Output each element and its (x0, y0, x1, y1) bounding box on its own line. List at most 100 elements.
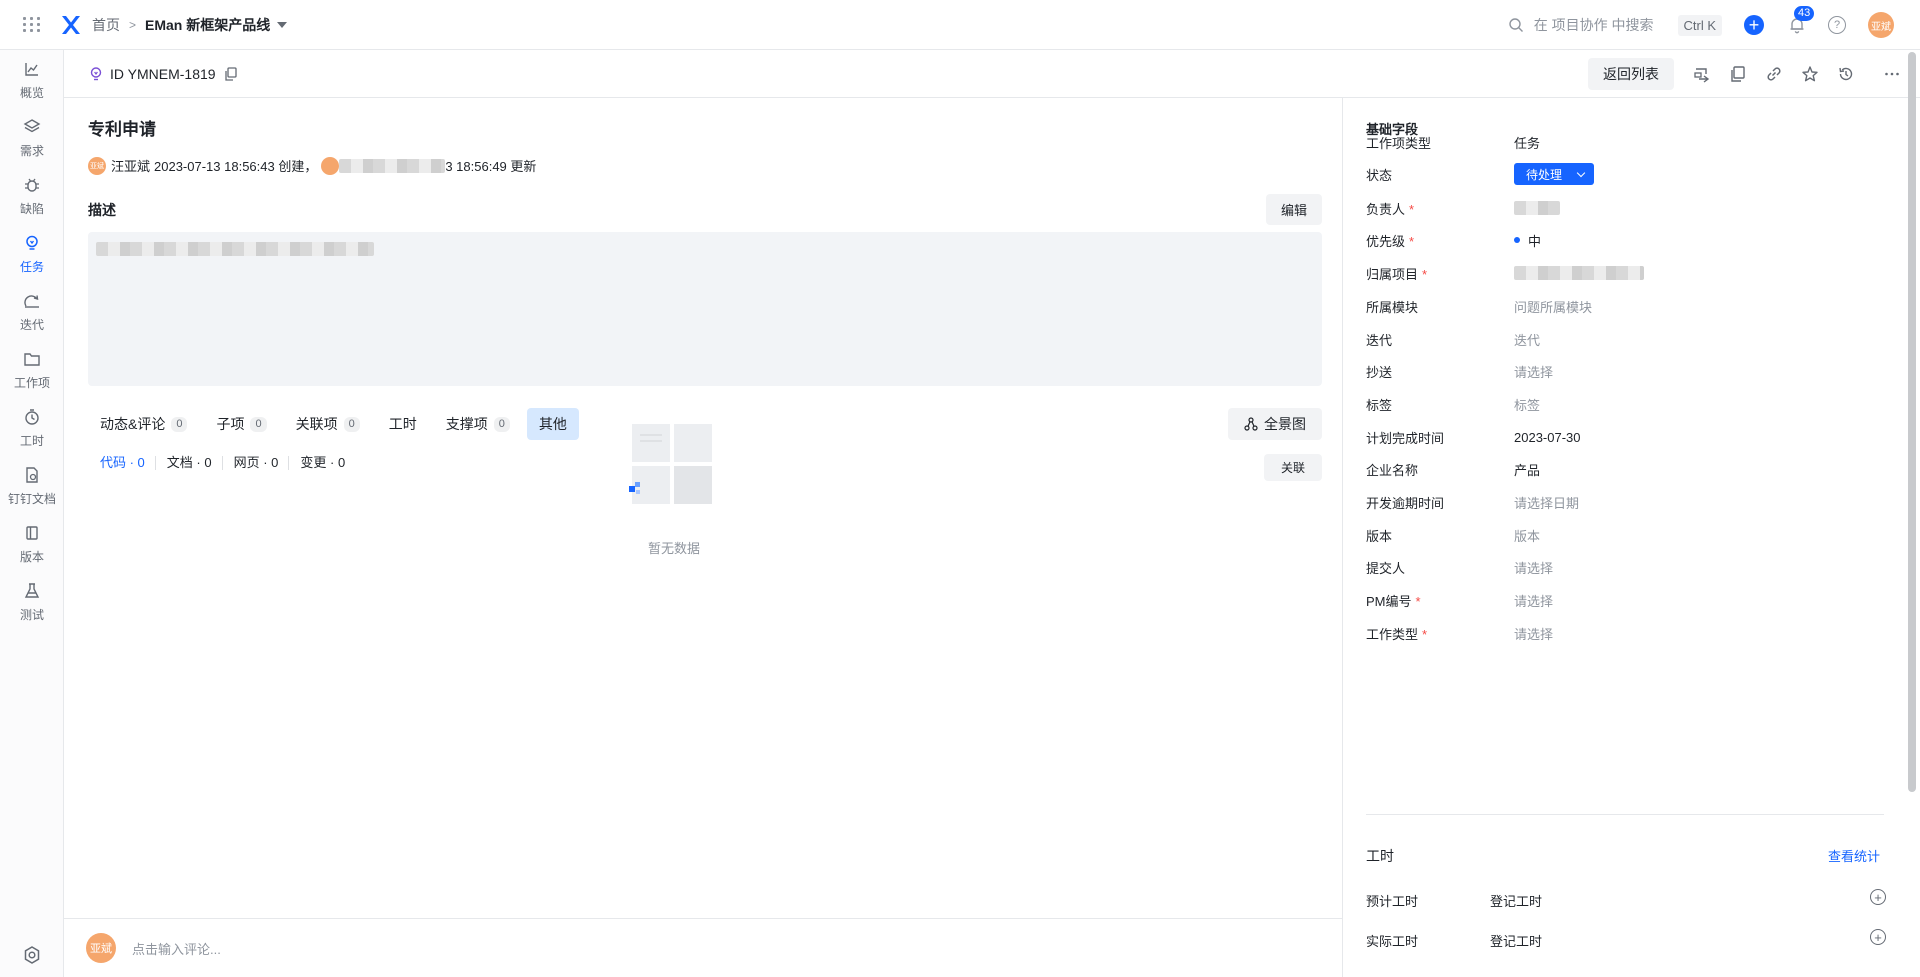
section-title-hours: 工时 (1366, 848, 1394, 864)
nav-item-iterations[interactable]: 迭代 (0, 282, 64, 342)
page-scrollbar[interactable] (1908, 52, 1916, 792)
nav-label: 缺陷 (19, 201, 44, 216)
comment-input[interactable]: 点击输入评论... (132, 939, 221, 958)
nav-item-versions[interactable]: 版本 (0, 514, 64, 574)
tab-related[interactable]: 关联项 0 (284, 408, 372, 440)
field-submitter[interactable]: 提交人 请选择 (1366, 557, 1886, 577)
field-cc[interactable]: 抄送 请选择 (1366, 361, 1886, 381)
nav-label: 测试 (19, 607, 44, 622)
subtab-changes[interactable]: 变更 · 0 (300, 456, 355, 470)
edit-button[interactable]: 编辑 (1265, 194, 1322, 225)
layers-icon (23, 118, 41, 132)
field-dev-overdue[interactable]: 开发逾期时间 请选择日期 (1366, 492, 1886, 512)
field-company[interactable]: 企业名称 产品 (1366, 459, 1886, 479)
view-stats-link[interactable]: 查看统计 (1828, 846, 1880, 865)
redacted-updater (339, 158, 446, 173)
field-pm-number[interactable]: PM编号 * 请选择 (1366, 590, 1886, 610)
tab-other[interactable]: 其他 (526, 408, 579, 440)
version-icon (26, 525, 38, 540)
subtab-webpages[interactable]: 网页 · 0 (234, 456, 290, 470)
history-icon[interactable] (1836, 64, 1856, 84)
page-title[interactable]: 专利申请 (88, 115, 156, 140)
panorama-button[interactable]: 全景图 (1228, 408, 1322, 440)
nav-label: 需求 (19, 143, 44, 158)
star-icon[interactable] (1800, 64, 1820, 84)
tab-count: 0 (250, 416, 267, 432)
field-planned-finish[interactable]: 计划完成时间 2023-07-30 (1366, 427, 1886, 447)
tab-support[interactable]: 支撑项 0 (434, 408, 522, 440)
nav-item-defects[interactable]: 缺陷 (0, 166, 64, 226)
plus-icon: + (1748, 15, 1760, 35)
field-iteration[interactable]: 迭代 迭代 (1366, 329, 1886, 349)
apps-grid-icon[interactable] (22, 15, 42, 35)
breadcrumb-home[interactable]: 首页 (92, 15, 120, 35)
field-item-type[interactable]: 工作项类型 任务 (1366, 132, 1886, 152)
nav-label: 任务 (19, 259, 44, 274)
field-priority[interactable]: 优先级 * 中 (1366, 230, 1886, 250)
caret-down-icon[interactable] (277, 21, 288, 28)
top-bar: 首页 > EMan 新框架产品线 在 项目协作 中搜索 Ctrl K + 43 … (0, 0, 1920, 50)
created-at: 2023-07-13 18:56:43 创建， (154, 159, 318, 174)
tab-subitems[interactable]: 子项 0 (204, 408, 278, 440)
field-module[interactable]: 所属模块 问题所属模块 (1366, 296, 1886, 316)
tab-count: 0 (343, 416, 360, 432)
help-icon[interactable]: ? (1828, 16, 1846, 34)
nav-item-requirements[interactable]: 需求 (0, 108, 64, 168)
item-meta: 亚斌 汪亚斌 2023-07-13 18:56:43 创建， 3 18:56:4… (88, 156, 536, 175)
convert-icon[interactable] (1692, 64, 1712, 84)
description-label: 描述 (88, 202, 116, 218)
nav-item-dingtalk-docs[interactable]: 钉钉文档 (0, 456, 64, 516)
breadcrumb-project[interactable]: EMan 新框架产品线 (145, 15, 270, 35)
hierarchy-icon (1244, 417, 1258, 431)
field-tags[interactable]: 标签 标签 (1366, 394, 1886, 414)
copy-item-icon[interactable] (1728, 64, 1748, 84)
field-project[interactable]: 归属项目 * (1366, 263, 1886, 283)
log-hours-link[interactable]: 登记工时 (1490, 891, 1542, 910)
field-work-type[interactable]: 工作类型 * 请选择 (1366, 623, 1886, 643)
field-status[interactable]: 状态 待处理 (1366, 163, 1886, 185)
back-to-list-button[interactable]: 返回列表 (1588, 58, 1674, 90)
comment-bar: 亚斌 点击输入评论... (64, 918, 1342, 977)
tab-count: 0 (493, 416, 510, 432)
logo-icon[interactable] (60, 13, 82, 37)
user-avatar[interactable]: 亚斌 (1868, 12, 1894, 38)
nav-label: 版本 (19, 549, 44, 564)
search-placeholder: 在 项目协作 中搜索 (1533, 17, 1654, 33)
flask-icon (24, 582, 40, 598)
shortcut-badge: Ctrl K (1677, 14, 1722, 36)
search-box[interactable]: 在 项目协作 中搜索 Ctrl K (1508, 14, 1722, 36)
lightbulb-icon (26, 235, 38, 250)
settings-icon[interactable] (22, 945, 42, 965)
subtab-code[interactable]: 代码 · 0 (100, 456, 156, 470)
chevron-down-icon (1576, 168, 1586, 177)
nav-item-overview[interactable]: 概览 (0, 50, 64, 110)
nav-item-testing[interactable]: 测试 (0, 572, 64, 632)
iteration-icon (24, 294, 39, 308)
fields-panel: 基础字段 工作项类型 任务 状态 待处理 负责人 * 优先级 * 中 归属项目 * 所… (1342, 98, 1902, 977)
field-assignee[interactable]: 负责人 * (1366, 198, 1886, 218)
copy-icon[interactable] (224, 66, 238, 81)
redacted-project (1514, 266, 1644, 280)
link-icon[interactable] (1764, 64, 1784, 84)
nav-item-workitems[interactable]: 工作项 (0, 340, 64, 400)
create-button[interactable]: + (1744, 15, 1764, 35)
add-circle-icon[interactable]: + (1870, 889, 1886, 905)
bug-icon (25, 178, 39, 192)
nav-item-workhours[interactable]: 工时 (0, 398, 64, 458)
add-circle-icon[interactable]: + (1870, 929, 1886, 945)
associate-button[interactable]: 关联 (1263, 454, 1322, 481)
left-nav: 概览 需求 缺陷 任务 迭代 工作项 工时 钉钉文档 版本 测试 (0, 50, 64, 977)
priority-dot (1514, 237, 1520, 243)
subtab-docs[interactable]: 文档 · 0 (167, 456, 223, 470)
tab-activity[interactable]: 动态&评论 0 (88, 408, 199, 440)
status-dropdown[interactable]: 待处理 (1514, 163, 1595, 185)
more-icon[interactable] (1882, 64, 1902, 84)
field-version[interactable]: 版本 版本 (1366, 525, 1886, 545)
notifications-button[interactable]: 43 (1786, 6, 1815, 36)
nav-item-tasks[interactable]: 任务 (0, 224, 64, 284)
description-content[interactable] (88, 232, 1322, 386)
detail-tabs: 动态&评论 0 子项 0 关联项 0 工时 支撑项 0 其他 (88, 408, 584, 440)
log-hours-link[interactable]: 登记工时 (1490, 931, 1542, 950)
item-header-bar: ID YMNEM-1819 返回列表 (64, 50, 1920, 98)
tab-workhours[interactable]: 工时 (377, 408, 429, 440)
